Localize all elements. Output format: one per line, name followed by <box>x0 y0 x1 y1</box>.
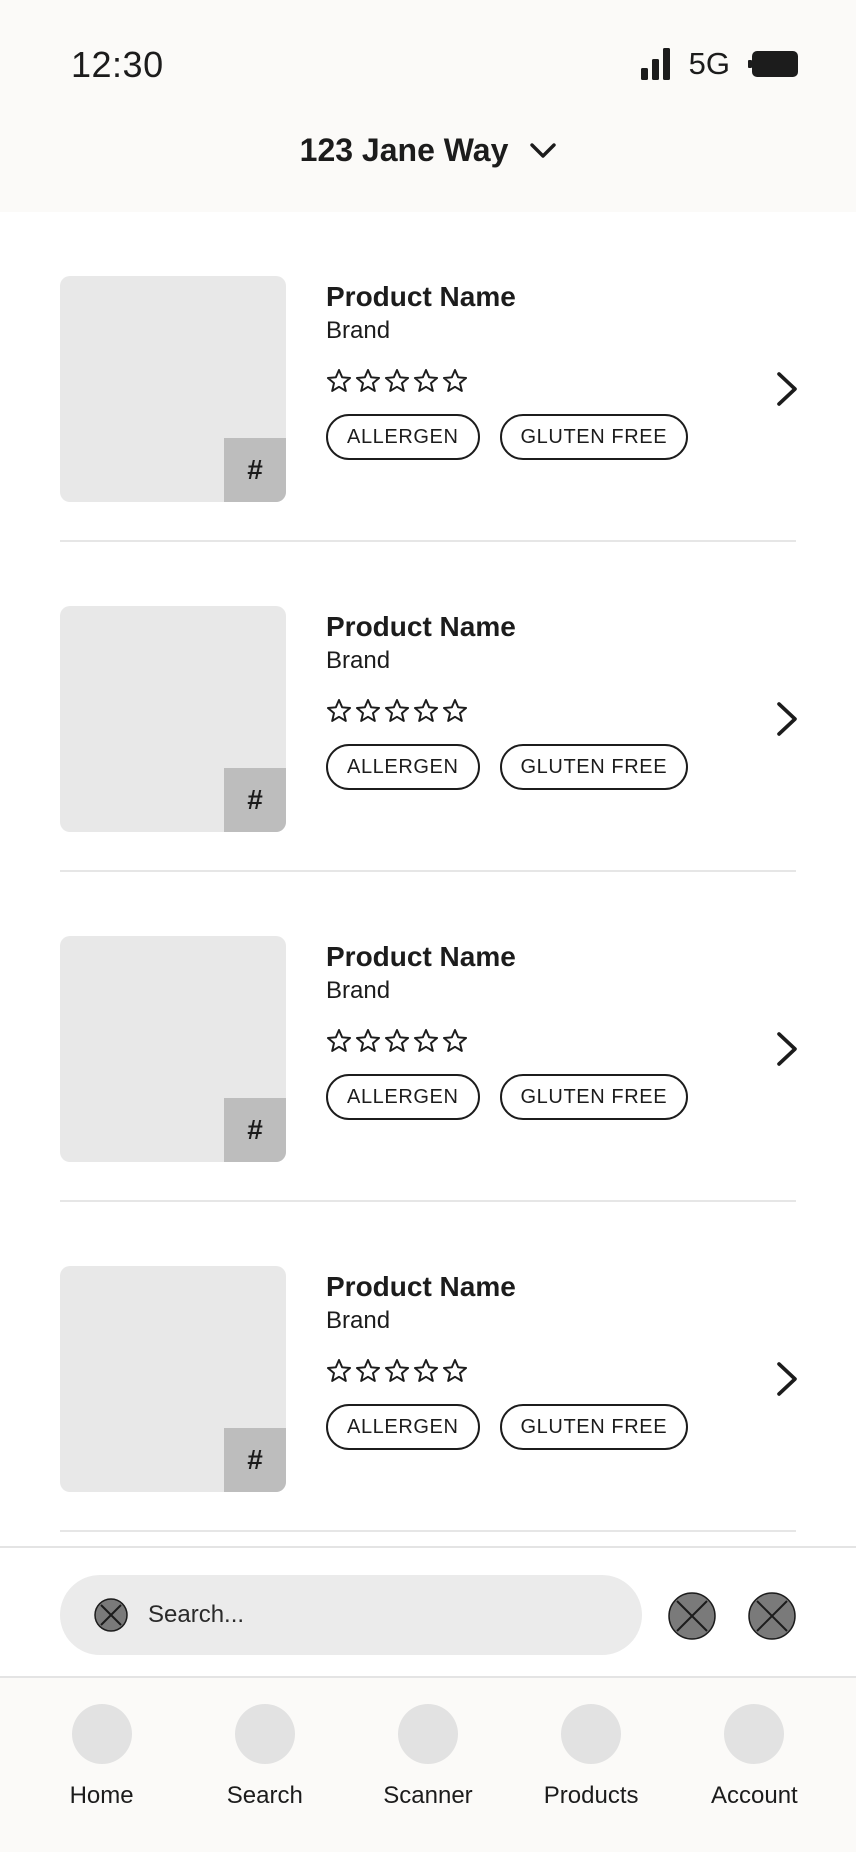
star-rating <box>326 368 688 394</box>
star-outline-icon <box>413 1028 439 1054</box>
scanner-icon[interactable] <box>397 1704 458 1764</box>
bottom-nav: Home Search Scanner Products Account <box>0 1676 856 1852</box>
tag-gluten-free: GLUTEN FREE <box>499 744 689 790</box>
product-brand: Brand <box>326 977 391 1004</box>
nav-label: Products <box>543 1782 639 1809</box>
chevron-right-icon[interactable] <box>776 371 798 407</box>
star-outline-icon <box>355 1358 381 1384</box>
tag-gluten-free: GLUTEN FREE <box>499 1404 689 1450</box>
product-image: # <box>60 276 286 502</box>
product-brand: Brand <box>326 647 391 674</box>
star-rating <box>326 1028 688 1054</box>
search-icon[interactable] <box>234 1704 295 1764</box>
tag-list: ALLERGEN GLUTEN FREE <box>326 1404 689 1450</box>
product-row[interactable]: # Product Name Brand ALLERGEN GLUTEN FRE… <box>0 1202 856 1532</box>
tag-allergen: ALLERGEN <box>326 744 480 790</box>
product-name: Product Name <box>326 611 516 642</box>
product-image: # <box>60 936 286 1162</box>
product-image: # <box>60 1266 286 1492</box>
nav-item-account[interactable]: Account <box>679 1704 829 1852</box>
product-row[interactable]: # Product Name Brand ALLERGEN GLUTEN FRE… <box>0 872 856 1202</box>
star-outline-icon <box>384 698 410 724</box>
nav-label: Search <box>226 1782 303 1809</box>
status-indicators: 5G <box>640 44 798 84</box>
tag-allergen: ALLERGEN <box>326 1074 480 1120</box>
nav-item-search[interactable]: Search <box>190 1704 340 1852</box>
status-time: 12:30 <box>71 44 164 85</box>
location-selector[interactable]: 123 Jane Way <box>0 132 856 169</box>
close-icon[interactable] <box>668 1592 716 1640</box>
product-badge: # <box>224 438 286 502</box>
chevron-right-icon[interactable] <box>776 1361 798 1397</box>
product-badge: # <box>224 1428 286 1492</box>
product-name: Product Name <box>326 1271 516 1302</box>
star-outline-icon <box>413 1358 439 1384</box>
tag-gluten-free: GLUTEN FREE <box>499 1074 689 1120</box>
star-outline-icon <box>384 1358 410 1384</box>
star-outline-icon <box>326 368 352 394</box>
nav-item-home[interactable]: Home <box>27 1704 177 1852</box>
app-screen: 12:30 5G 123 Jane Way # Product Name Bra… <box>0 0 856 1852</box>
account-icon[interactable] <box>724 1704 785 1764</box>
tag-list: ALLERGEN GLUTEN FREE <box>326 414 689 460</box>
star-rating <box>326 1358 688 1384</box>
star-outline-icon <box>413 698 439 724</box>
star-outline-icon <box>326 1028 352 1054</box>
star-outline-icon <box>413 368 439 394</box>
chevron-down-icon[interactable] <box>530 142 557 159</box>
nav-label: Account <box>710 1782 798 1809</box>
top-header: 12:30 5G 123 Jane Way <box>0 0 856 212</box>
star-outline-icon <box>442 368 468 394</box>
nav-item-products[interactable]: Products <box>516 1704 666 1852</box>
star-outline-icon <box>384 1028 410 1054</box>
tag-gluten-free: GLUTEN FREE <box>499 414 689 460</box>
network-type: 5G <box>688 46 730 81</box>
star-outline-icon <box>326 698 352 724</box>
search-field[interactable] <box>60 1575 642 1655</box>
tag-list: ALLERGEN GLUTEN FREE <box>326 1074 689 1120</box>
chevron-right-icon[interactable] <box>776 701 798 737</box>
product-row[interactable]: # Product Name Brand ALLERGEN GLUTEN FRE… <box>0 212 856 542</box>
star-rating <box>326 698 688 724</box>
product-info: Product Name Brand ALLERGEN GLUTEN FREE <box>326 280 689 460</box>
nav-item-scanner[interactable]: Scanner <box>353 1704 503 1852</box>
star-outline-icon <box>355 1028 381 1054</box>
battery-icon <box>748 51 798 77</box>
star-outline-icon <box>442 1028 468 1054</box>
tag-list: ALLERGEN GLUTEN FREE <box>326 744 689 790</box>
home-icon[interactable] <box>71 1704 132 1764</box>
product-brand: Brand <box>326 1307 391 1334</box>
star-outline-icon <box>355 698 381 724</box>
product-name: Product Name <box>326 941 516 972</box>
product-badge: # <box>224 768 286 832</box>
product-image: # <box>60 606 286 832</box>
star-outline-icon <box>384 368 410 394</box>
tag-allergen: ALLERGEN <box>326 1404 480 1450</box>
product-badge: # <box>224 1098 286 1162</box>
chevron-right-icon[interactable] <box>776 1031 798 1067</box>
search-bar <box>0 1546 856 1676</box>
location-label: 123 Jane Way <box>299 132 509 168</box>
star-outline-icon <box>442 698 468 724</box>
product-brand: Brand <box>326 317 391 344</box>
signal-bars-icon <box>640 48 671 80</box>
nav-label: Scanner <box>383 1782 473 1809</box>
product-info: Product Name Brand ALLERGEN GLUTEN FREE <box>326 610 689 790</box>
tag-allergen: ALLERGEN <box>326 414 480 460</box>
product-info: Product Name Brand ALLERGEN GLUTEN FREE <box>326 940 689 1120</box>
product-info: Product Name Brand ALLERGEN GLUTEN FREE <box>326 1270 689 1450</box>
products-icon[interactable] <box>561 1704 622 1764</box>
divider <box>60 1530 796 1532</box>
product-list: # Product Name Brand ALLERGEN GLUTEN FRE… <box>0 212 856 1532</box>
close-icon[interactable] <box>748 1592 796 1640</box>
star-outline-icon <box>442 1358 468 1384</box>
close-icon[interactable] <box>94 1598 128 1632</box>
star-outline-icon <box>326 1358 352 1384</box>
nav-label: Home <box>69 1782 134 1809</box>
product-row[interactable]: # Product Name Brand ALLERGEN GLUTEN FRE… <box>0 542 856 872</box>
product-name: Product Name <box>326 281 516 312</box>
search-input[interactable] <box>148 1601 588 1629</box>
star-outline-icon <box>355 368 381 394</box>
